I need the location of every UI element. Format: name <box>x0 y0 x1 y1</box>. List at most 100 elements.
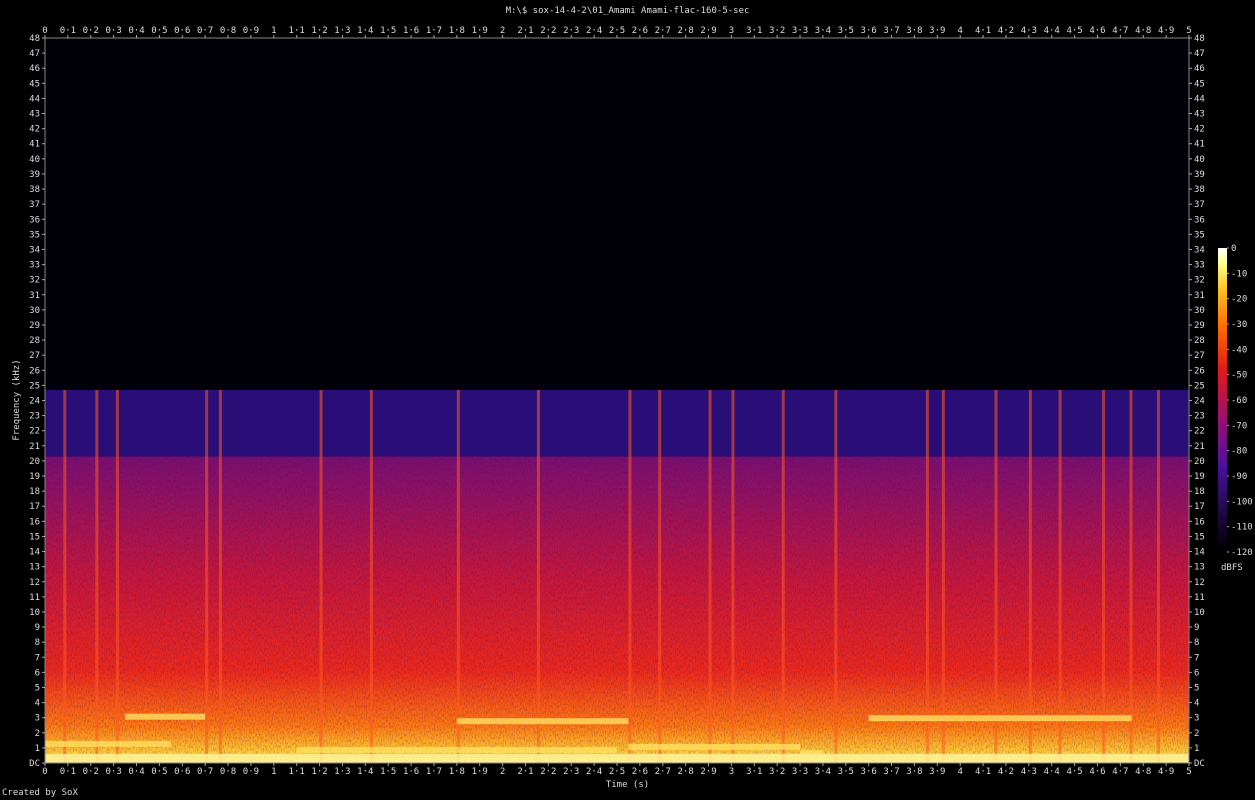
y-tick-label: 22 <box>29 427 40 437</box>
colorbar-tick-label: -90 <box>1231 472 1247 482</box>
colorbar-tick-label: -30 <box>1231 320 1247 330</box>
x-tick-label: 0·9 <box>243 767 259 777</box>
x-tick-label: 4·5 <box>1066 767 1082 777</box>
y-tick-label: 36 <box>29 215 40 225</box>
colorbar-tick-label: -60 <box>1231 396 1247 406</box>
x-tick-label-top: 0·4 <box>128 26 144 36</box>
x-tick-label: 0·1 <box>60 767 76 777</box>
y-tick-label-right: 28 <box>1194 336 1205 346</box>
y-tick-label: 20 <box>29 457 40 467</box>
y-tick-label: 38 <box>29 185 40 195</box>
x-tick-label: 4·2 <box>998 767 1014 777</box>
onset-strip <box>941 389 945 763</box>
y-tick-label: 21 <box>29 442 40 452</box>
y-tick-label: 24 <box>29 397 40 407</box>
x-tick-label: 1·1 <box>289 767 305 777</box>
x-tick-label: 4·6 <box>1089 767 1105 777</box>
harmonic-band <box>456 718 629 725</box>
y-tick-label: 37 <box>29 200 40 210</box>
y-tick-label: 17 <box>29 502 40 512</box>
x-tick-label: 5 <box>1186 767 1191 777</box>
x-tick-label-top: 5 <box>1186 26 1191 36</box>
onset-strip <box>658 389 662 763</box>
harmonic-band <box>125 713 206 720</box>
x-tick-label: 0·6 <box>174 767 190 777</box>
x-tick-label: 2·6 <box>632 767 648 777</box>
x-tick-label: 0 <box>42 767 47 777</box>
harmonic-band <box>45 740 171 747</box>
y-tick-label-right: 19 <box>1194 472 1205 482</box>
x-tick-label: 4·9 <box>1158 767 1174 777</box>
x-tick-label-top: 1 <box>271 26 276 36</box>
x-tick-label: 3 <box>729 767 734 777</box>
x-tick-label-top: 0·2 <box>83 26 99 36</box>
y-tick-label: 48 <box>29 34 40 44</box>
y-tick-label-right: DC <box>1194 759 1205 769</box>
y-tick-label-right: 20 <box>1194 457 1205 467</box>
x-tick-label-top: 1·4 <box>357 26 373 36</box>
y-tick-label-right: 29 <box>1194 321 1205 331</box>
x-tick-label: 0·3 <box>106 767 122 777</box>
x-tick-label: 1·9 <box>472 767 488 777</box>
x-tick-label-top: 4·3 <box>1021 26 1037 36</box>
colorbar-tick-label: -40 <box>1231 345 1247 355</box>
x-tick-label: 2·9 <box>700 767 716 777</box>
x-tick-label: 0·2 <box>83 767 99 777</box>
x-tick-label-top: 4·9 <box>1158 26 1174 36</box>
y-tick-label: 25 <box>29 381 40 391</box>
x-tick-label-top: 4·7 <box>1112 26 1128 36</box>
x-tick-label: 3·5 <box>838 767 854 777</box>
y-tick-label-right: 41 <box>1194 140 1205 150</box>
y-tick-label: 45 <box>29 79 40 89</box>
y-tick-label: 16 <box>29 517 40 527</box>
onset-strip <box>1058 389 1062 763</box>
onset-strip <box>218 389 222 763</box>
x-tick-label-top: 3·9 <box>929 26 945 36</box>
y-tick-label: 30 <box>29 306 40 316</box>
x-tick-label-top: 0·5 <box>151 26 167 36</box>
x-tick-label: 3·8 <box>906 767 922 777</box>
x-tick-label: 3·3 <box>792 767 808 777</box>
y-tick-label-right: 11 <box>1194 593 1205 603</box>
x-tick-label: 4·1 <box>975 767 991 777</box>
y-tick-label: 34 <box>29 245 40 255</box>
y-tick-label: 27 <box>29 351 40 361</box>
y-tick-label: 13 <box>29 563 40 573</box>
y-tick-label: 5 <box>35 683 40 693</box>
y-tick-label: 3 <box>35 714 40 724</box>
x-tick-label: 0·4 <box>128 767 144 777</box>
y-tick-label: 43 <box>29 110 40 120</box>
y-tick-label: DC <box>29 759 40 769</box>
onset-strip <box>536 389 540 763</box>
y-tick-label-right: 25 <box>1194 381 1205 391</box>
onset-strip <box>205 389 209 763</box>
y-tick-label-right: 15 <box>1194 532 1205 542</box>
y-tick-label-right: 42 <box>1194 125 1205 135</box>
y-tick-label: 42 <box>29 125 40 135</box>
x-tick-label-top: 1·7 <box>426 26 442 36</box>
y-tick-label-right: 35 <box>1194 230 1205 240</box>
x-tick-label: 1 <box>271 767 276 777</box>
y-tick-label: 6 <box>35 668 40 678</box>
onset-strip <box>781 389 785 763</box>
x-tick-label: 2 <box>500 767 505 777</box>
x-tick-label-top: 3·3 <box>792 26 808 36</box>
onset-strip <box>1129 389 1133 763</box>
y-tick-label: 26 <box>29 366 40 376</box>
x-tick-label: 0·5 <box>151 767 167 777</box>
x-tick-label: 3·4 <box>815 767 831 777</box>
colorbar-tick-label: -120 <box>1231 548 1253 558</box>
x-tick-label-top: 1·2 <box>311 26 327 36</box>
onset-strip <box>456 389 460 763</box>
x-tick-label-top: 2·8 <box>678 26 694 36</box>
x-tick-label: 2·5 <box>609 767 625 777</box>
x-tick-label: 2·7 <box>655 767 671 777</box>
x-tick-label-top: 0 <box>42 26 47 36</box>
x-tick-label: 2·4 <box>586 767 602 777</box>
y-tick-label: 11 <box>29 593 40 603</box>
y-tick-label-right: 5 <box>1194 683 1199 693</box>
y-tick-label: 2 <box>35 729 40 739</box>
y-tick-label: 23 <box>29 412 40 422</box>
spectrogram-chart: 0 0 0·1 0·1 0·2 0·2 0·3 0·3 0·4 0·4 0·5 0·5 0·6 0·6 0·… <box>29 26 1253 777</box>
onset-strip <box>115 389 119 763</box>
